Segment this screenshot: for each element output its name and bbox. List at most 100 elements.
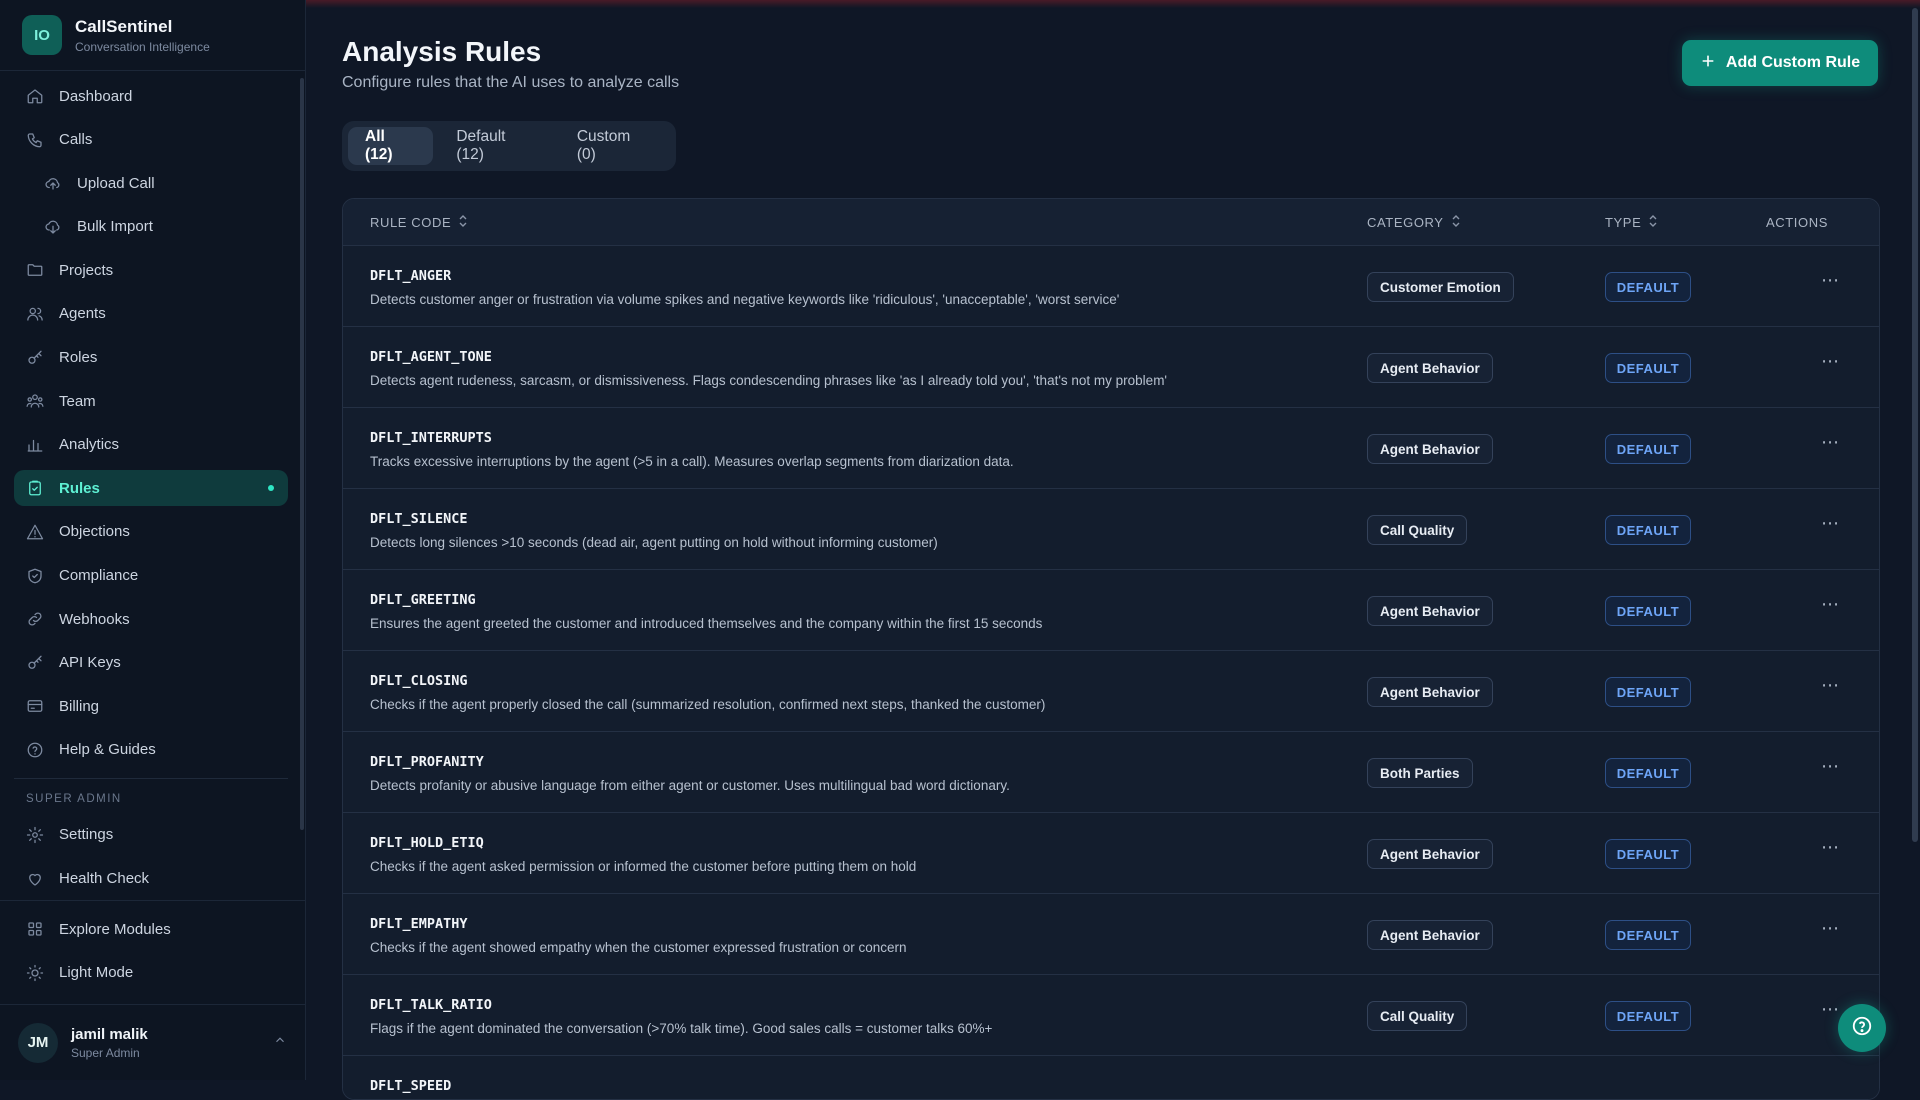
column-header-actions: ACTIONS — [1766, 215, 1828, 230]
sidebar-item-explore-modules[interactable]: Explore Modules — [14, 911, 291, 947]
sidebar-item-help-guides[interactable]: Help & Guides — [14, 732, 288, 768]
sidebar-item-label: Settings — [59, 826, 114, 844]
help-circle-icon — [26, 741, 44, 759]
more-actions-icon[interactable]: ⋯ — [1821, 918, 1840, 939]
sidebar-item-light-mode[interactable]: Light Mode — [14, 955, 291, 991]
rule-code: DFLT_AGENT_TONE — [370, 349, 492, 365]
column-header-type[interactable]: TYPE — [1605, 214, 1658, 231]
table-row[interactable]: DFLT_INTERRUPTS Tracks excessive interrup… — [343, 408, 1879, 489]
type-badge: DEFAULT — [1605, 677, 1691, 707]
add-custom-rule-button[interactable]: Add Custom Rule — [1682, 40, 1878, 86]
table-row[interactable]: DFLT_AGENT_TONE Detects agent rudeness, s… — [343, 327, 1879, 408]
tab-default[interactable]: Default (12) — [439, 127, 553, 165]
brand-text: CallSentinel Conversation Intelligence — [75, 17, 210, 54]
link-icon — [26, 610, 44, 628]
table-row[interactable]: DFLT_TALK_RATIO Flags if the agent domina… — [343, 975, 1879, 1056]
sidebar-item-settings[interactable]: Settings — [14, 817, 288, 853]
rule-description: Detects profanity or abusive language fr… — [370, 778, 1010, 793]
more-actions-icon[interactable]: ⋯ — [1821, 513, 1840, 534]
type-badge: DEFAULT — [1605, 434, 1691, 464]
sidebar-item-projects[interactable]: Projects — [14, 252, 288, 288]
rule-description: Checks if the agent asked permission or … — [370, 859, 917, 874]
sidebar-item-label: Bulk Import — [77, 218, 153, 236]
more-actions-icon[interactable]: ⋯ — [1821, 351, 1840, 372]
table-row[interactable]: DFLT_HOLD_ETIQ Checks if the agent asked … — [343, 813, 1879, 894]
category-badge: Agent Behavior — [1367, 353, 1493, 383]
sidebar-item-rules[interactable]: Rules — [14, 470, 288, 507]
user-menu[interactable]: JM jamil malik Super Admin — [0, 1004, 305, 1080]
table-row[interactable]: DFLT_EMPATHY Checks if the agent showed e… — [343, 894, 1879, 975]
sidebar-scrollbar[interactable] — [300, 78, 304, 830]
chevron-up-icon[interactable] — [273, 1033, 287, 1052]
rule-description: Ensures the agent greeted the customer a… — [370, 616, 1043, 631]
app-tagline: Conversation Intelligence — [75, 39, 210, 54]
tab-custom[interactable]: Custom (0) — [560, 127, 670, 165]
sidebar-item-label: Rules — [59, 479, 100, 497]
sort-icon — [458, 214, 468, 231]
sidebar-item-objections[interactable]: Objections — [14, 514, 288, 550]
clipboard-check-icon — [26, 479, 44, 497]
key-icon — [26, 349, 44, 367]
gear-icon — [26, 826, 44, 844]
table-row[interactable]: DFLT_SILENCE Detects long silences >10 se… — [343, 489, 1879, 570]
key-icon — [26, 654, 44, 672]
sidebar-item-agents[interactable]: Agents — [14, 296, 288, 332]
tab-all[interactable]: All (12) — [348, 127, 434, 165]
sidebar-item-compliance[interactable]: Compliance — [14, 558, 288, 594]
rule-description: Checks if the agent showed empathy when … — [370, 940, 907, 955]
rule-code: DFLT_TALK_RATIO — [370, 997, 492, 1013]
top-accent-glow — [306, 0, 1920, 8]
sort-icon — [1648, 214, 1658, 231]
table-row[interactable]: DFLT_GREETING Ensures the agent greeted t… — [343, 570, 1879, 651]
table-row[interactable]: DFLT_ANGER Detects customer anger or frus… — [343, 246, 1879, 327]
filter-tabs: All (12) Default (12) Custom (0) — [342, 121, 676, 171]
sidebar-item-analytics[interactable]: Analytics — [14, 427, 288, 463]
category-badge: Both Parties — [1367, 758, 1473, 788]
column-header-rule-code[interactable]: RULE CODE — [370, 214, 468, 231]
more-actions-icon[interactable]: ⋯ — [1821, 432, 1840, 453]
table-row[interactable]: DFLT_PROFANITY Detects profanity or abusi… — [343, 732, 1879, 813]
team-icon — [26, 392, 44, 410]
more-actions-icon[interactable]: ⋯ — [1821, 594, 1840, 615]
column-header-category[interactable]: CATEGORY — [1367, 214, 1461, 231]
sidebar-item-roles[interactable]: Roles — [14, 340, 288, 376]
sun-icon — [26, 964, 44, 982]
type-badge: DEFAULT — [1605, 272, 1691, 302]
more-actions-icon[interactable]: ⋯ — [1821, 675, 1840, 696]
sidebar-item-bulk-import[interactable]: Bulk Import — [14, 209, 288, 245]
sidebar-item-health-check[interactable]: Health Check — [14, 861, 288, 897]
user-info: jamil malik Super Admin — [71, 1026, 273, 1060]
table-row[interactable]: DFLT_CLOSING Checks if the agent properly… — [343, 651, 1879, 732]
sidebar-item-label: Team — [59, 392, 96, 410]
table-row[interactable]: DFLT_SPEED — [343, 1056, 1879, 1099]
users-icon — [26, 305, 44, 323]
more-actions-icon[interactable]: ⋯ — [1821, 999, 1840, 1020]
type-badge: DEFAULT — [1605, 839, 1691, 869]
rule-code: DFLT_SPEED — [370, 1078, 452, 1094]
sidebar-item-team[interactable]: Team — [14, 383, 288, 419]
category-badge: Agent Behavior — [1367, 920, 1493, 950]
brand[interactable]: IO CallSentinel Conversation Intelligenc… — [0, 0, 305, 71]
page-scrollbar[interactable] — [1912, 8, 1918, 842]
category-badge: Call Quality — [1367, 1001, 1468, 1031]
help-circle-icon — [1851, 1015, 1873, 1042]
column-label: ACTIONS — [1766, 214, 1828, 230]
grid-icon — [26, 920, 44, 938]
help-button[interactable] — [1838, 1004, 1886, 1052]
sidebar-item-api-keys[interactable]: API Keys — [14, 645, 288, 681]
rule-description: Detects agent rudeness, sarcasm, or dism… — [370, 373, 1168, 388]
more-actions-icon[interactable]: ⋯ — [1821, 837, 1840, 858]
sidebar-item-upload-call[interactable]: Upload Call — [14, 165, 288, 201]
column-label: RULE CODE — [370, 214, 452, 230]
more-actions-icon[interactable]: ⋯ — [1821, 756, 1840, 777]
sidebar-item-label: Health Check — [59, 870, 150, 887]
sidebar-item-label: Projects — [59, 261, 114, 279]
active-indicator-dot — [268, 485, 274, 492]
sidebar-item-calls[interactable]: Calls — [14, 122, 288, 158]
sidebar: IO CallSentinel Conversation Intelligenc… — [0, 0, 306, 1080]
sidebar-item-billing[interactable]: Billing — [14, 688, 288, 724]
sidebar-item-label: Billing — [59, 697, 100, 715]
sidebar-item-dashboard[interactable]: Dashboard — [14, 78, 288, 114]
more-actions-icon[interactable]: ⋯ — [1821, 270, 1840, 291]
sidebar-item-webhooks[interactable]: Webhooks — [14, 601, 288, 637]
